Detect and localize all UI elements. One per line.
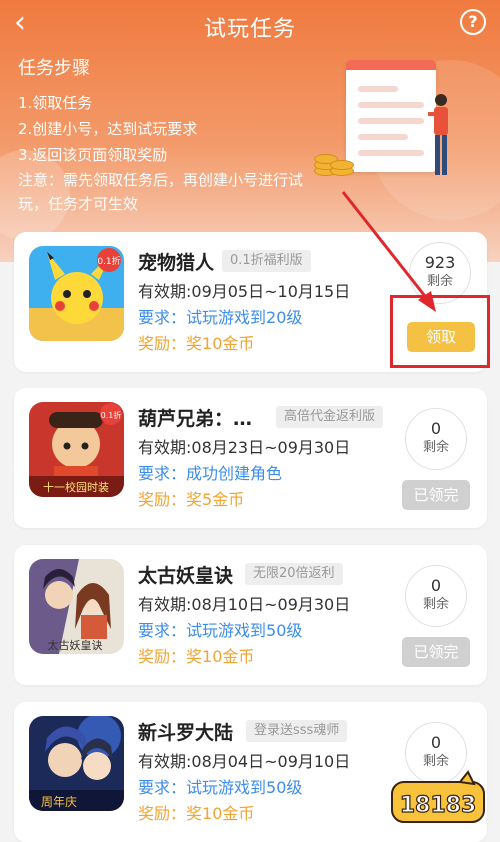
- person-illustration: [428, 94, 448, 175]
- reward: 奖励：奖10金币: [138, 647, 255, 666]
- top-bar: ‹ 试玩任务 ?: [0, 0, 500, 52]
- validity-period: 有效期:08月04日~09月10日: [138, 752, 351, 771]
- game-name: 葫芦兄弟：…: [138, 408, 253, 430]
- icon-caption: 太古妖皇诀: [48, 638, 103, 652]
- task-card[interactable]: 太古妖皇诀 太古妖皇诀 无限20倍返利 有效期:08月10日~09月30日 要求…: [14, 545, 487, 685]
- icon-caption: 周年庆: [41, 795, 77, 809]
- requirement: 要求：成功创建角色: [138, 464, 283, 483]
- remaining-count: 0 剩余: [405, 565, 467, 627]
- task-card[interactable]: 十一校园时装 0.1折 葫芦兄弟：… 高倍代金返利版 有效期:08月23日~09…: [14, 388, 487, 528]
- game-icon-douluo[interactable]: 周年庆: [29, 716, 124, 811]
- task-steps: 任务步骤 1.领取任务 2.创建小号，达到试玩要求 3.返回该页面领取奖励: [18, 54, 197, 168]
- claimed-out-button: 已领完: [402, 637, 470, 667]
- game-tag: 无限20倍返利: [245, 563, 343, 585]
- header-banner: ‹ 试玩任务 ? 任务步骤 1.领取任务 2.创建小号，达到试玩要求 3.返回该…: [0, 0, 500, 262]
- watermark-logo: 18183: [391, 770, 485, 823]
- game-tag: 0.1折福利版: [222, 250, 311, 272]
- game-icon-taigu[interactable]: 太古妖皇诀: [29, 559, 124, 654]
- validity-period: 有效期:08月23日~09月30日: [138, 438, 351, 457]
- game-icon-pet-hunter[interactable]: 0.1折: [29, 246, 124, 341]
- claimed-out-button: 已领完: [402, 480, 470, 510]
- discount-badge-text: 0.1折: [101, 410, 122, 420]
- highlight-box: [390, 295, 490, 368]
- requirement: 要求：试玩游戏到50级: [138, 621, 303, 640]
- requirement: 要求：试玩游戏到50级: [138, 778, 303, 797]
- reward: 奖励：奖10金币: [138, 804, 255, 823]
- step-line: 3.返回该页面领取奖励: [18, 146, 168, 164]
- document-illustration: [346, 60, 436, 172]
- icon-caption: 十一校园时装: [43, 480, 109, 494]
- validity-period: 有效期:08月10日~09月30日: [138, 595, 351, 614]
- step-line: 1.领取任务: [18, 94, 93, 112]
- steps-heading: 任务步骤: [18, 58, 90, 79]
- help-icon[interactable]: ?: [460, 9, 486, 35]
- game-name: 新斗罗大陆: [138, 722, 234, 744]
- requirement: 要求：试玩游戏到20级: [138, 308, 303, 327]
- validity-period: 有效期:09月05日~10月15日: [138, 282, 351, 301]
- discount-badge-text: 0.1折: [97, 255, 120, 267]
- reward: 奖励：奖10金币: [138, 334, 255, 353]
- steps-note: 注意：需先领取任务后，再创建小号进行试玩，任务才可生效: [18, 171, 304, 213]
- game-icon-calabash-brothers[interactable]: 十一校园时装 0.1折: [29, 402, 124, 497]
- watermark-text: 18183: [400, 793, 477, 818]
- reward: 奖励：奖5金币: [138, 490, 245, 509]
- task-illustration: [310, 50, 470, 190]
- coins-illustration: [314, 146, 354, 176]
- game-tag: 登录送sss魂师: [246, 720, 348, 742]
- page-title: 试玩任务: [203, 17, 296, 42]
- step-line: 2.创建小号，达到试玩要求: [18, 120, 198, 138]
- game-name: 太古妖皇诀: [138, 565, 234, 587]
- game-name: 宠物猎人: [138, 252, 215, 274]
- game-tag: 高倍代金返利版: [276, 406, 384, 428]
- remaining-count: 0 剩余: [405, 408, 467, 470]
